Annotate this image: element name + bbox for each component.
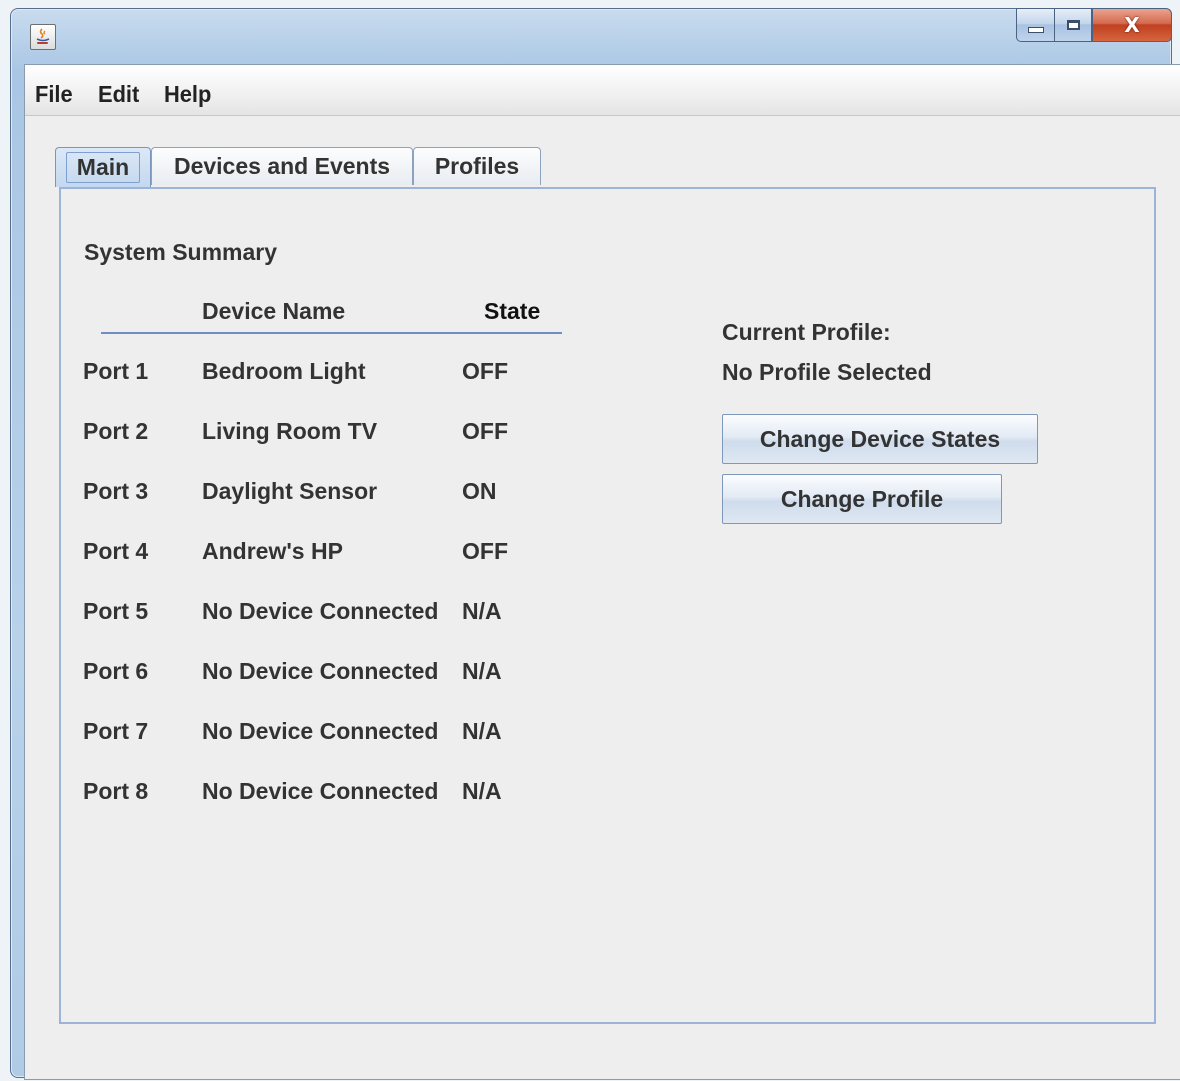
tab-main[interactable]: Main bbox=[55, 147, 151, 187]
change-device-states-button[interactable]: Change Device States bbox=[722, 414, 1038, 464]
maximize-icon bbox=[1066, 20, 1080, 30]
device-state: ON bbox=[462, 478, 497, 504]
tab-devices-and-events[interactable]: Devices and Events bbox=[151, 147, 413, 185]
device-state: OFF bbox=[462, 538, 508, 564]
port-label: Port 2 bbox=[83, 418, 149, 444]
device-state: N/A bbox=[462, 658, 502, 684]
change-profile-button[interactable]: Change Profile bbox=[722, 474, 1002, 524]
java-coffee-icon[interactable] bbox=[30, 24, 56, 50]
tab-profiles-label: Profiles bbox=[434, 153, 520, 179]
device-state: OFF bbox=[462, 358, 508, 384]
device-name: Daylight Sensor bbox=[202, 478, 378, 504]
state-header: State bbox=[484, 298, 541, 324]
tab-main-label: Main bbox=[65, 152, 141, 183]
device-name: No Device Connected bbox=[202, 598, 439, 624]
device-state: N/A bbox=[462, 778, 502, 804]
port-label: Port 7 bbox=[83, 718, 149, 744]
menu-help[interactable]: Help bbox=[164, 81, 211, 108]
device-state: N/A bbox=[462, 718, 502, 744]
client-area: File Edit Help Main Devices and Events P… bbox=[24, 64, 1180, 1080]
menu-bar: File Edit Help bbox=[25, 65, 1180, 116]
close-button[interactable]: X bbox=[1092, 8, 1172, 42]
window-frame: X File Edit Help Main Devices and Events… bbox=[10, 8, 1180, 1080]
title-bar[interactable]: X bbox=[10, 8, 1172, 62]
system-summary-title: System Summary bbox=[84, 239, 278, 265]
window-controls: X bbox=[1016, 8, 1172, 42]
minimize-icon bbox=[1027, 27, 1044, 33]
port-label: Port 5 bbox=[83, 598, 149, 624]
minimize-button[interactable] bbox=[1016, 8, 1054, 42]
tab-profiles[interactable]: Profiles bbox=[413, 147, 541, 185]
maximize-button[interactable] bbox=[1054, 8, 1092, 42]
port-label: Port 4 bbox=[83, 538, 149, 564]
device-state: OFF bbox=[462, 418, 508, 444]
device-name: No Device Connected bbox=[202, 658, 439, 684]
menu-file[interactable]: File bbox=[35, 81, 73, 108]
port-label: Port 8 bbox=[83, 778, 149, 804]
port-label: Port 3 bbox=[83, 478, 149, 504]
current-profile-label: Current Profile: bbox=[722, 319, 891, 345]
close-icon: X bbox=[1124, 13, 1140, 37]
header-divider bbox=[101, 332, 562, 334]
tab-devices-label: Devices and Events bbox=[173, 153, 391, 179]
current-profile-value: No Profile Selected bbox=[722, 359, 932, 385]
device-name: No Device Connected bbox=[202, 778, 439, 804]
port-label: Port 1 bbox=[83, 358, 149, 384]
device-name: Bedroom Light bbox=[202, 358, 366, 384]
port-label: Port 6 bbox=[83, 658, 149, 684]
device-name: Andrew's HP bbox=[202, 538, 343, 564]
device-name: Living Room TV bbox=[202, 418, 378, 444]
menu-edit[interactable]: Edit bbox=[98, 81, 139, 108]
device-name: No Device Connected bbox=[202, 718, 439, 744]
device-state: N/A bbox=[462, 598, 502, 624]
device-name-header: Device Name bbox=[202, 298, 346, 324]
